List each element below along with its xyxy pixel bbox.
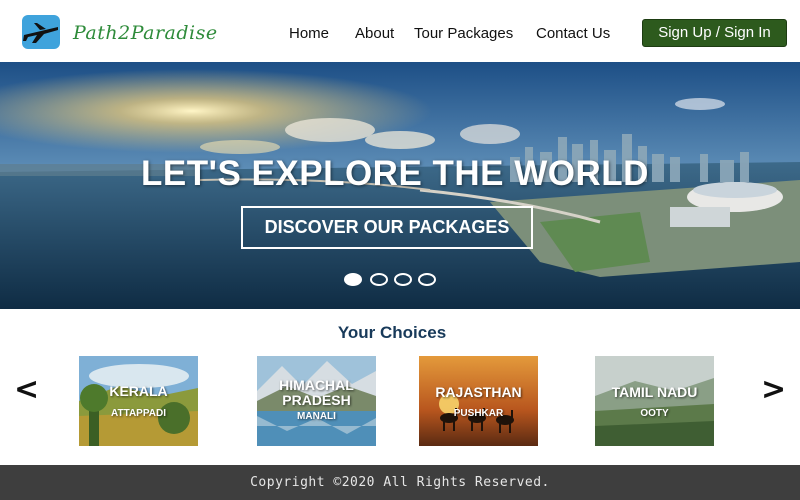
kerala-landscape-image: [79, 356, 198, 446]
card-subtitle: ATTAPPADI: [111, 408, 166, 419]
card-title: TAMIL NADU: [611, 384, 698, 400]
copyright-text: Copyright ©2020 All Rights Reserved.: [250, 475, 550, 490]
hero-banner: LET'S EXPLORE THE WORLD DISCOVER OUR PAC…: [0, 62, 800, 309]
signin-button[interactable]: Sign Up / Sign In: [642, 19, 787, 47]
nav-contact[interactable]: Contact Us: [536, 25, 610, 42]
card-subtitle: OOTY: [640, 408, 669, 419]
slide-dot-2[interactable]: [370, 273, 388, 286]
site-header: Path2Paradise Home About Tour Packages C…: [0, 0, 800, 62]
next-arrow-icon[interactable]: >: [761, 372, 786, 407]
card-title: RAJASTHAN: [435, 384, 522, 400]
card-title: HIMACHAL PRADESH: [279, 377, 354, 408]
prev-arrow-icon[interactable]: <: [14, 372, 39, 407]
slide-dot-1[interactable]: [344, 273, 362, 286]
rajasthan-desert-image: [419, 356, 538, 446]
destination-card-himachal[interactable]: HIMACHAL PRADESH MANALI: [257, 356, 376, 446]
destination-card-tamil-nadu[interactable]: TAMIL NADU OOTY: [595, 356, 714, 446]
destination-card-kerala[interactable]: KERALA ATTAPPADI: [79, 356, 198, 446]
brand-name[interactable]: Path2Paradise: [73, 22, 218, 44]
card-subtitle: MANALI: [297, 411, 336, 422]
airplane-icon[interactable]: [22, 15, 60, 49]
nav-home[interactable]: Home: [289, 25, 329, 42]
slide-dot-4[interactable]: [418, 273, 436, 286]
card-subtitle: PUSHKAR: [453, 408, 504, 419]
discover-packages-button[interactable]: DISCOVER OUR PACKAGES: [241, 206, 533, 249]
site-footer: Copyright ©2020 All Rights Reserved.: [0, 465, 800, 500]
slide-dot-3[interactable]: [394, 273, 412, 286]
hero-title: LET'S EXPLORE THE WORLD: [141, 154, 649, 193]
nav-tour-packages[interactable]: Tour Packages: [414, 25, 513, 42]
tamil-nadu-hills-image: [595, 356, 714, 446]
nav-about[interactable]: About: [355, 25, 394, 42]
destination-card-rajasthan[interactable]: RAJASTHAN PUSHKAR: [419, 356, 538, 446]
choices-heading: Your Choices: [337, 323, 447, 342]
card-title: KERALA: [109, 383, 168, 399]
